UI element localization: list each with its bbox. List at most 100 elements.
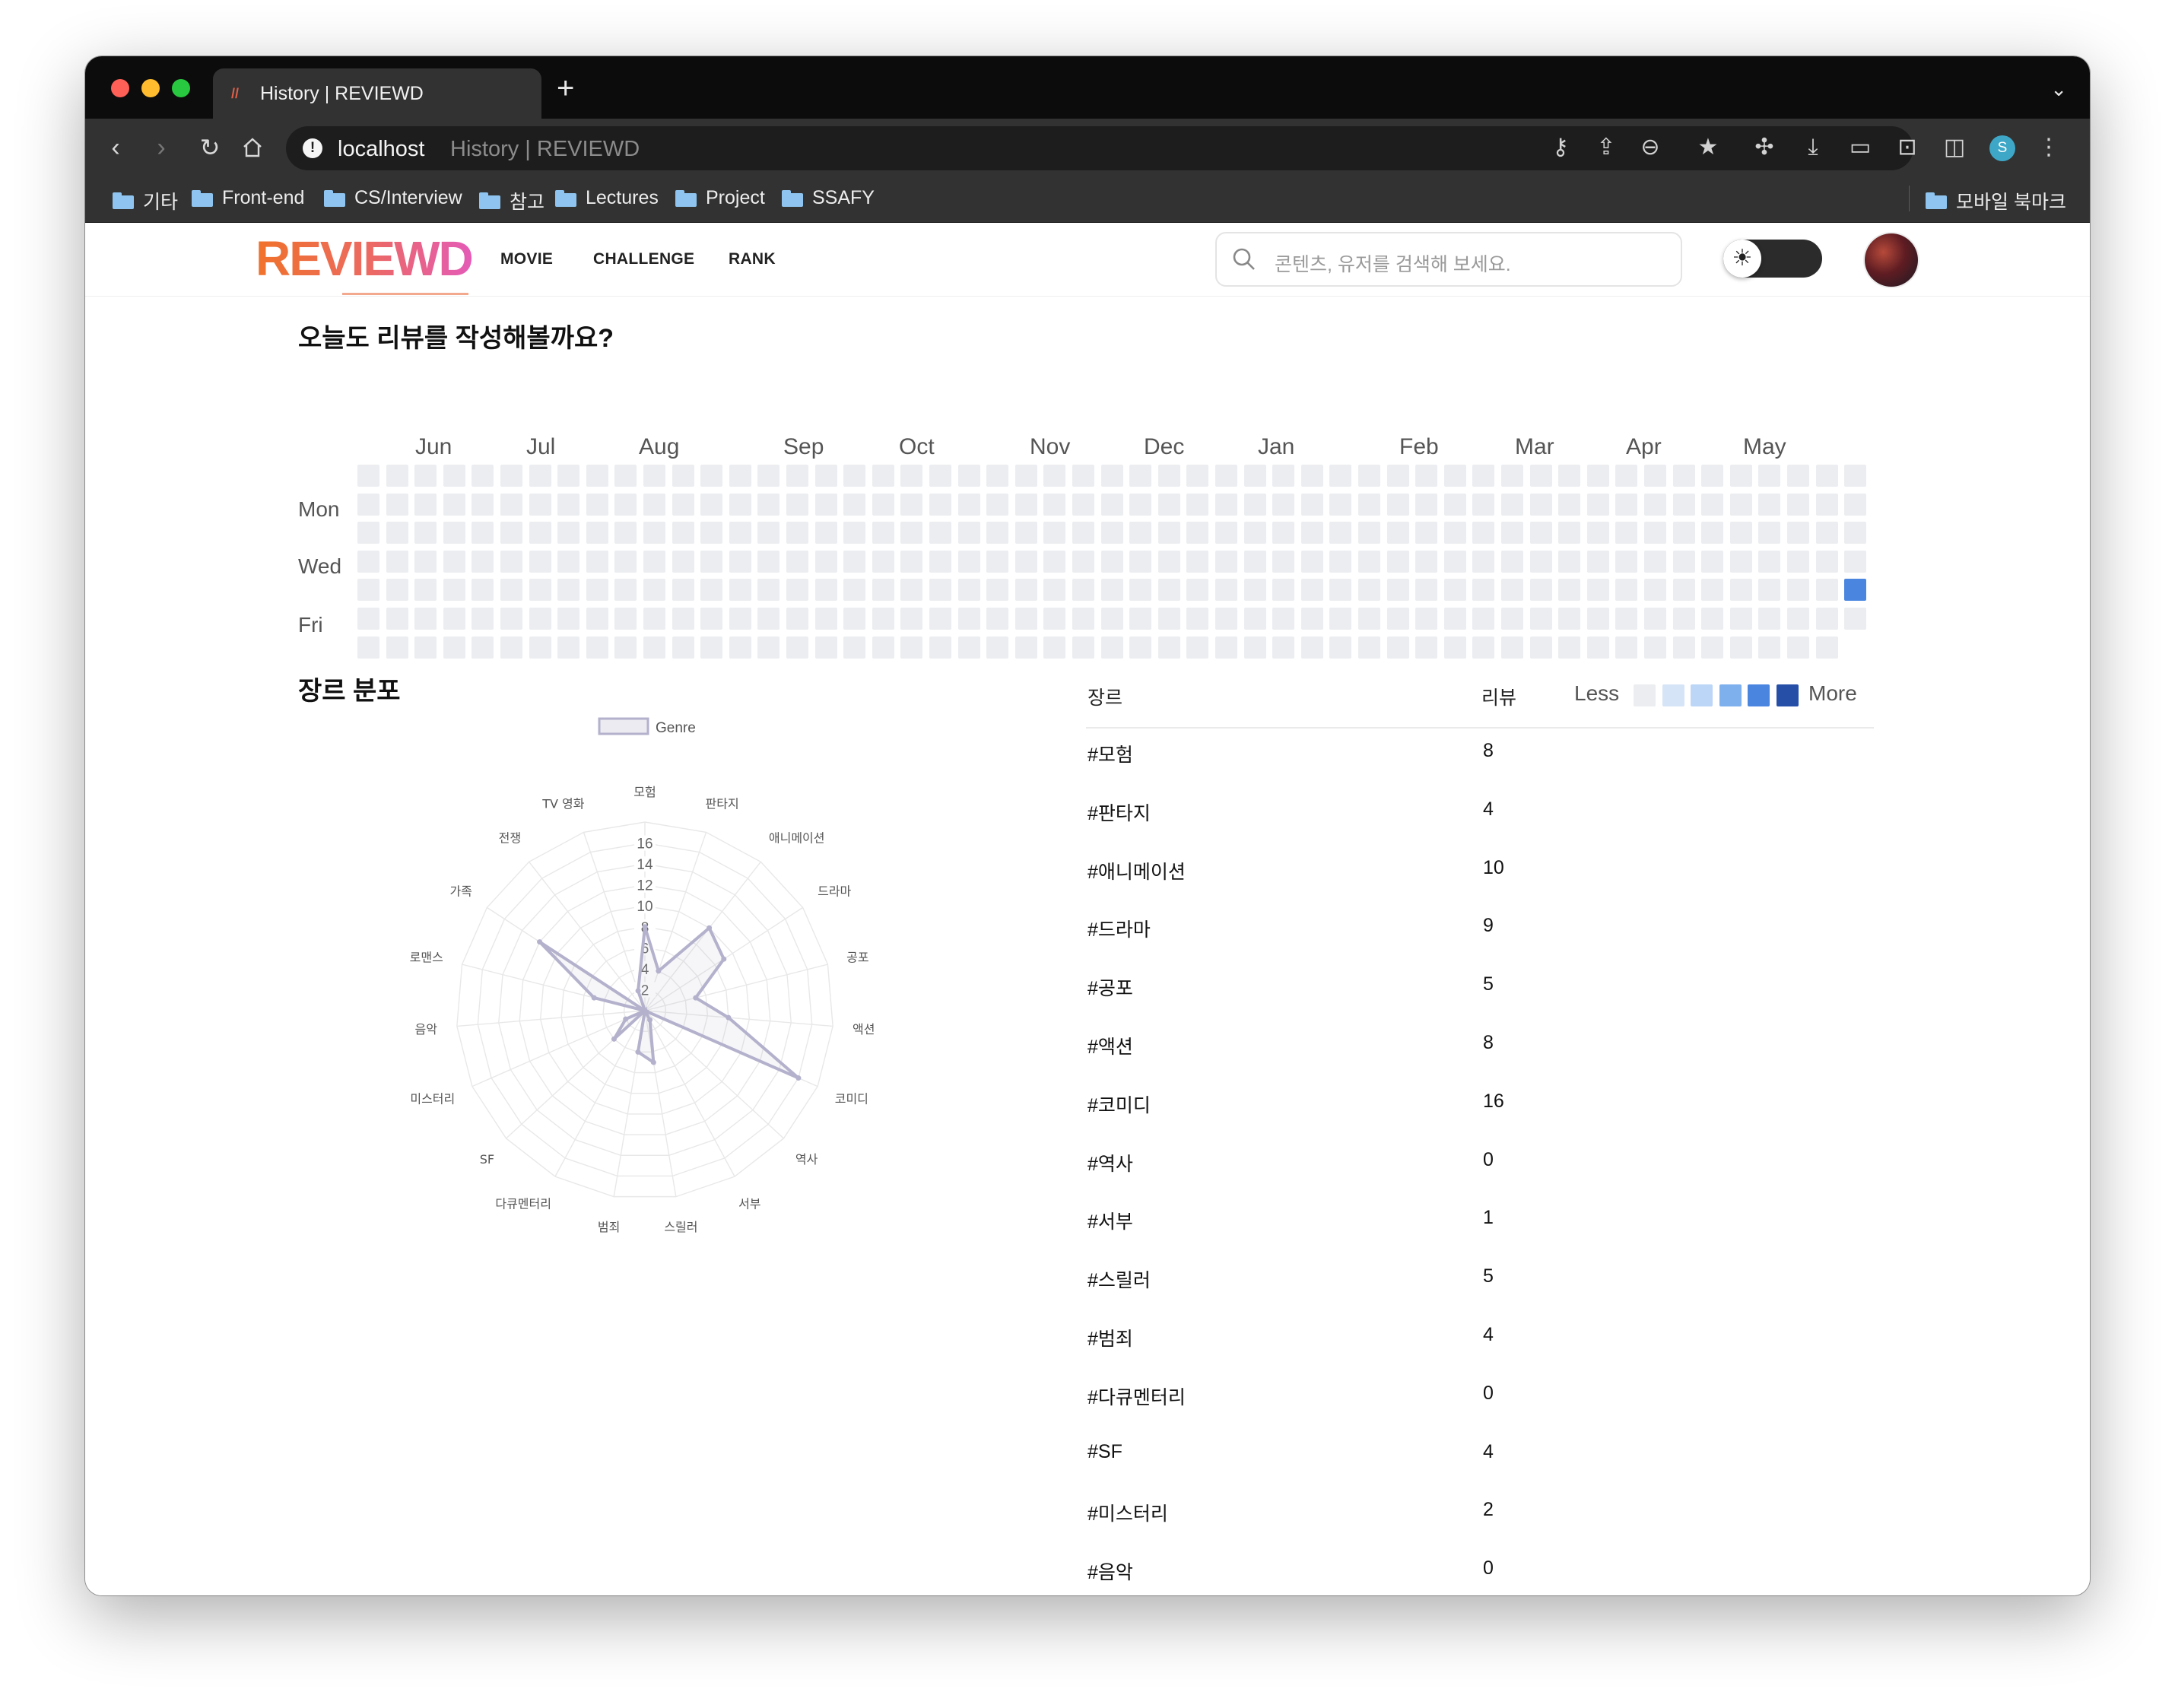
heatmap-cell[interactable] — [1615, 608, 1637, 630]
heatmap-cell[interactable] — [614, 637, 637, 659]
heatmap-cell[interactable] — [1758, 522, 1780, 544]
heatmap-cell[interactable] — [529, 465, 551, 487]
heatmap-cell[interactable] — [1244, 551, 1266, 573]
heatmap-cell[interactable] — [529, 579, 551, 601]
heatmap-cell[interactable] — [357, 494, 379, 516]
heatmap-cell[interactable] — [1816, 465, 1838, 487]
heatmap-cell[interactable] — [414, 637, 437, 659]
heatmap-cell[interactable] — [643, 637, 665, 659]
heatmap-cell[interactable] — [1844, 579, 1866, 601]
heatmap-cell[interactable] — [815, 637, 837, 659]
heatmap-cell[interactable] — [729, 579, 751, 601]
heatmap-cell[interactable] — [1015, 465, 1037, 487]
heatmap-cell[interactable] — [1101, 551, 1123, 573]
heatmap-cell[interactable] — [1215, 551, 1237, 573]
heatmap-cell[interactable] — [1730, 608, 1752, 630]
heatmap-cell[interactable] — [1558, 551, 1580, 573]
heatmap-cell[interactable] — [786, 579, 808, 601]
heatmap-cell[interactable] — [586, 465, 608, 487]
heatmap-cell[interactable] — [557, 579, 579, 601]
heatmap-cell[interactable] — [1472, 465, 1494, 487]
heatmap-cell[interactable] — [357, 551, 379, 573]
heatmap-cell[interactable] — [1472, 522, 1494, 544]
heatmap-cell[interactable] — [900, 522, 922, 544]
heatmap-cell[interactable] — [786, 494, 808, 516]
heatmap-cell[interactable] — [1501, 579, 1523, 601]
heatmap-cell[interactable] — [1701, 579, 1723, 601]
heatmap-cell[interactable] — [1787, 551, 1809, 573]
heatmap-cell[interactable] — [1244, 579, 1266, 601]
bookmark-folder-ssafy[interactable]: SSAFY — [782, 187, 875, 209]
heatmap-cell[interactable] — [815, 551, 837, 573]
heatmap-cell[interactable] — [1101, 494, 1123, 516]
heatmap-cell[interactable] — [1530, 551, 1552, 573]
heatmap-cell[interactable] — [1387, 522, 1409, 544]
heatmap-cell[interactable] — [1501, 465, 1523, 487]
heatmap-cell[interactable] — [1158, 465, 1180, 487]
heatmap-cell[interactable] — [1816, 522, 1838, 544]
heatmap-cell[interactable] — [986, 494, 1008, 516]
heatmap-cell[interactable] — [872, 637, 894, 659]
heatmap-cell[interactable] — [1787, 494, 1809, 516]
heatmap-cell[interactable] — [1673, 579, 1695, 601]
heatmap-cell[interactable] — [1215, 465, 1237, 487]
heatmap-cell[interactable] — [786, 522, 808, 544]
heatmap-cell[interactable] — [472, 522, 494, 544]
heatmap-cell[interactable] — [815, 579, 837, 601]
heatmap-cell[interactable] — [1415, 522, 1437, 544]
heatmap-cell[interactable] — [500, 551, 522, 573]
heatmap-cell[interactable] — [958, 522, 980, 544]
heatmap-cell[interactable] — [1701, 637, 1723, 659]
heatmap-cell[interactable] — [986, 579, 1008, 601]
reload-icon[interactable]: ↻ — [192, 129, 228, 166]
heatmap-cell[interactable] — [1587, 579, 1609, 601]
heatmap-cell[interactable] — [1186, 608, 1208, 630]
heatmap-cell[interactable] — [1015, 579, 1037, 601]
heatmap-cell[interactable] — [900, 494, 922, 516]
heatmap-cell[interactable] — [1358, 579, 1380, 601]
heatmap-cell[interactable] — [986, 551, 1008, 573]
heatmap-cell[interactable] — [672, 608, 694, 630]
heatmap-cell[interactable] — [1644, 494, 1666, 516]
heatmap-cell[interactable] — [843, 579, 865, 601]
heatmap-cell[interactable] — [786, 465, 808, 487]
heatmap-cell[interactable] — [929, 608, 951, 630]
heatmap-cell[interactable] — [1186, 465, 1208, 487]
heatmap-cell[interactable] — [700, 579, 722, 601]
heatmap-cell[interactable] — [929, 465, 951, 487]
heatmap-cell[interactable] — [843, 551, 865, 573]
heatmap-cell[interactable] — [929, 637, 951, 659]
heatmap-cell[interactable] — [1387, 608, 1409, 630]
heatmap-cell[interactable] — [1358, 465, 1380, 487]
heatmap-cell[interactable] — [1158, 608, 1180, 630]
heatmap-cell[interactable] — [1415, 637, 1437, 659]
heatmap-cell[interactable] — [1072, 579, 1094, 601]
heatmap-cell[interactable] — [1043, 637, 1065, 659]
heatmap-cell[interactable] — [1673, 494, 1695, 516]
heatmap-cell[interactable] — [757, 465, 780, 487]
heatmap-cell[interactable] — [900, 608, 922, 630]
heatmap-cell[interactable] — [872, 494, 894, 516]
heatmap-cell[interactable] — [872, 579, 894, 601]
heatmap-cell[interactable] — [1444, 579, 1466, 601]
heatmap-cell[interactable] — [1387, 465, 1409, 487]
more-menu-icon[interactable]: ⋮ — [2032, 129, 2065, 166]
heatmap-cell[interactable] — [1644, 608, 1666, 630]
heatmap-cell[interactable] — [1444, 494, 1466, 516]
heatmap-cell[interactable] — [614, 522, 637, 544]
heatmap-cell[interactable] — [1787, 522, 1809, 544]
heatmap-cell[interactable] — [643, 579, 665, 601]
heatmap-cell[interactable] — [1301, 579, 1323, 601]
heatmap-cell[interactable] — [1816, 608, 1838, 630]
heatmap-cell[interactable] — [815, 522, 837, 544]
heatmap-cell[interactable] — [1129, 608, 1151, 630]
heatmap-cell[interactable] — [1730, 551, 1752, 573]
heatmap-cell[interactable] — [500, 494, 522, 516]
heatmap-cell[interactable] — [1558, 608, 1580, 630]
side-panel-icon[interactable]: ◫ — [1938, 129, 1971, 166]
heatmap-cell[interactable] — [443, 522, 465, 544]
heatmap-cell[interactable] — [929, 579, 951, 601]
heatmap-cell[interactable] — [1072, 637, 1094, 659]
heatmap-cell[interactable] — [472, 637, 494, 659]
heatmap-cell[interactable] — [1215, 608, 1237, 630]
